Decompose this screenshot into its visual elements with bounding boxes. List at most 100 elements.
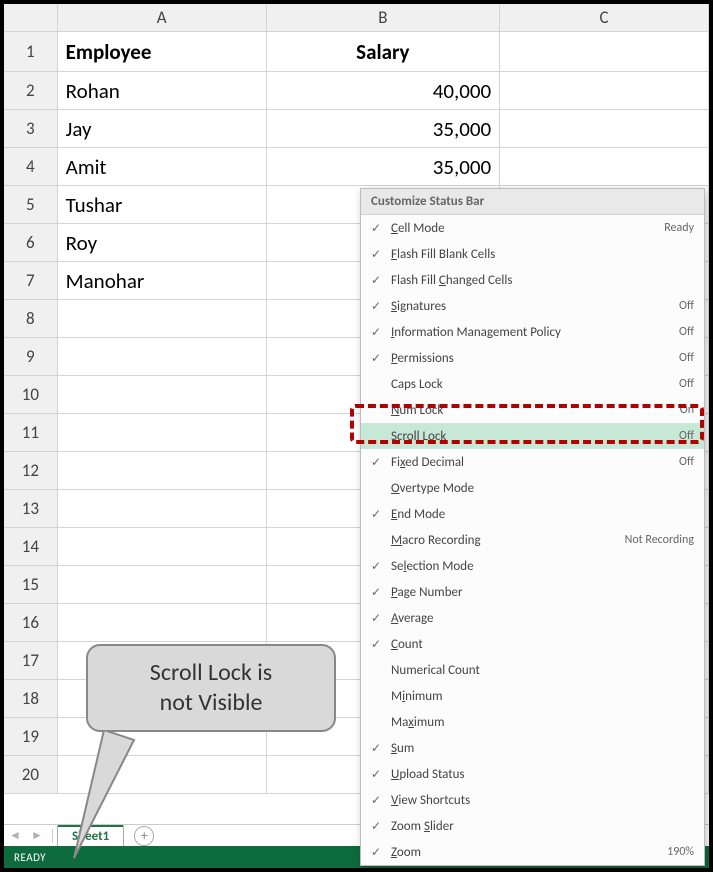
col-header-c[interactable]: C <box>500 4 709 31</box>
cell-B3[interactable]: 35,000 <box>267 110 501 147</box>
menu-item[interactable]: ✓Page Number <box>361 579 704 605</box>
menu-item[interactable]: ✓SignaturesOff <box>361 293 704 319</box>
cell-A16[interactable] <box>58 604 267 641</box>
row-header[interactable]: 7 <box>4 262 58 299</box>
check-icon: ✓ <box>365 299 387 314</box>
cell-A9[interactable] <box>58 338 267 375</box>
cell-A7[interactable]: Manohar <box>58 262 267 299</box>
menu-item[interactable]: ✓Flash Fill Changed Cells <box>361 267 704 293</box>
row-header[interactable]: 5 <box>4 186 58 223</box>
status-bar-context-menu[interactable]: Customize Status Bar ✓Cell ModeReady✓Fla… <box>360 188 705 866</box>
menu-item[interactable]: Macro RecordingNot Recording <box>361 527 704 553</box>
menu-item[interactable]: ✓PermissionsOff <box>361 345 704 371</box>
menu-item[interactable]: Caps LockOff <box>361 371 704 397</box>
menu-item-label: Num Lock <box>387 403 672 418</box>
check-icon: ✓ <box>365 559 387 574</box>
menu-item-label: Selection Mode <box>387 559 694 574</box>
grid-row: 1EmployeeSalary <box>4 32 709 72</box>
grid-row: 3Jay35,000 <box>4 110 709 148</box>
menu-item[interactable]: ✓Zoom190% <box>361 839 704 865</box>
row-header[interactable]: 3 <box>4 110 58 147</box>
cell-A2[interactable]: Rohan <box>58 72 267 109</box>
row-header[interactable]: 20 <box>4 756 58 793</box>
row-header[interactable]: 10 <box>4 376 58 413</box>
tab-next-icon[interactable]: ► <box>28 827 46 845</box>
menu-item[interactable]: Minimum <box>361 683 704 709</box>
row-header[interactable]: 1 <box>4 32 58 71</box>
cell-A15[interactable] <box>58 566 267 603</box>
menu-item[interactable]: Overtype Mode <box>361 475 704 501</box>
menu-item[interactable]: ✓Fixed DecimalOff <box>361 449 704 475</box>
menu-item[interactable]: ✓Average <box>361 605 704 631</box>
row-header[interactable]: 14 <box>4 528 58 565</box>
row-header[interactable]: 15 <box>4 566 58 603</box>
menu-item-label: Caps Lock <box>387 377 671 392</box>
check-icon: ✓ <box>365 455 387 470</box>
row-header[interactable]: 19 <box>4 718 58 755</box>
row-header[interactable]: 6 <box>4 224 58 261</box>
row-header[interactable]: 2 <box>4 72 58 109</box>
cell-A4[interactable]: Amit <box>58 148 267 185</box>
cell-A5[interactable]: Tushar <box>58 186 267 223</box>
menu-item-status: Off <box>671 377 694 391</box>
menu-item[interactable]: ✓View Shortcuts <box>361 787 704 813</box>
row-header[interactable]: 16 <box>4 604 58 641</box>
row-header[interactable]: 13 <box>4 490 58 527</box>
col-header-a[interactable]: A <box>58 4 267 31</box>
menu-item[interactable]: ✓Cell ModeReady <box>361 215 704 241</box>
menu-item-label: Page Number <box>387 585 694 600</box>
col-header-b[interactable]: B <box>267 4 501 31</box>
cell-A8[interactable] <box>58 300 267 337</box>
menu-item-status: Off <box>671 429 694 443</box>
cell-A3[interactable]: Jay <box>58 110 267 147</box>
menu-title: Customize Status Bar <box>361 189 704 215</box>
menu-item-status: Off <box>671 351 694 365</box>
row-header[interactable]: 12 <box>4 452 58 489</box>
cell-A13[interactable] <box>58 490 267 527</box>
menu-item[interactable]: ✓Sum <box>361 735 704 761</box>
cell-A11[interactable] <box>58 414 267 451</box>
check-icon: ✓ <box>365 845 387 860</box>
cell-B4[interactable]: 35,000 <box>267 148 501 185</box>
row-header[interactable]: 17 <box>4 642 58 679</box>
check-icon: ✓ <box>365 585 387 600</box>
menu-item[interactable]: ✓Count <box>361 631 704 657</box>
row-header[interactable]: 8 <box>4 300 58 337</box>
cell-A1[interactable]: Employee <box>58 32 267 71</box>
cell-C1[interactable] <box>500 32 709 71</box>
cell-C2[interactable] <box>500 72 709 109</box>
cell-A6[interactable]: Roy <box>58 224 267 261</box>
menu-item[interactable]: Maximum <box>361 709 704 735</box>
cell-A12[interactable] <box>58 452 267 489</box>
menu-item[interactable]: ✓Information Management PolicyOff <box>361 319 704 345</box>
menu-item[interactable]: ✓Selection Mode <box>361 553 704 579</box>
menu-item[interactable]: Scroll LockOff <box>361 423 704 449</box>
menu-item[interactable]: ✓Flash Fill Blank Cells <box>361 241 704 267</box>
cell-A10[interactable] <box>58 376 267 413</box>
cell-A14[interactable] <box>58 528 267 565</box>
row-header[interactable]: 9 <box>4 338 58 375</box>
cell-C3[interactable] <box>500 110 709 147</box>
status-ready: READY <box>14 851 46 864</box>
callout-annotation: Scroll Lock is not Visible <box>86 644 336 732</box>
select-all-corner[interactable] <box>4 4 58 31</box>
menu-item-label: Zoom <box>387 845 659 860</box>
menu-item-label: Upload Status <box>387 767 694 782</box>
menu-item[interactable]: ✓Upload Status <box>361 761 704 787</box>
cell-B2[interactable]: 40,000 <box>267 72 501 109</box>
menu-item[interactable]: Num LockOn <box>361 397 704 423</box>
row-header[interactable]: 18 <box>4 680 58 717</box>
row-header[interactable]: 4 <box>4 148 58 185</box>
menu-item-label: Flash Fill Changed Cells <box>387 273 694 288</box>
cell-C4[interactable] <box>500 148 709 185</box>
menu-item[interactable]: ✓End Mode <box>361 501 704 527</box>
tab-prev-icon[interactable]: ◄ <box>6 827 24 845</box>
cell-B1[interactable]: Salary <box>267 32 501 71</box>
row-header[interactable]: 11 <box>4 414 58 451</box>
menu-item[interactable]: Numerical Count <box>361 657 704 683</box>
menu-item[interactable]: ✓Zoom Slider <box>361 813 704 839</box>
check-icon: ✓ <box>365 819 387 834</box>
check-icon: ✓ <box>365 637 387 652</box>
check-icon: ✓ <box>365 325 387 340</box>
check-icon: ✓ <box>365 793 387 808</box>
